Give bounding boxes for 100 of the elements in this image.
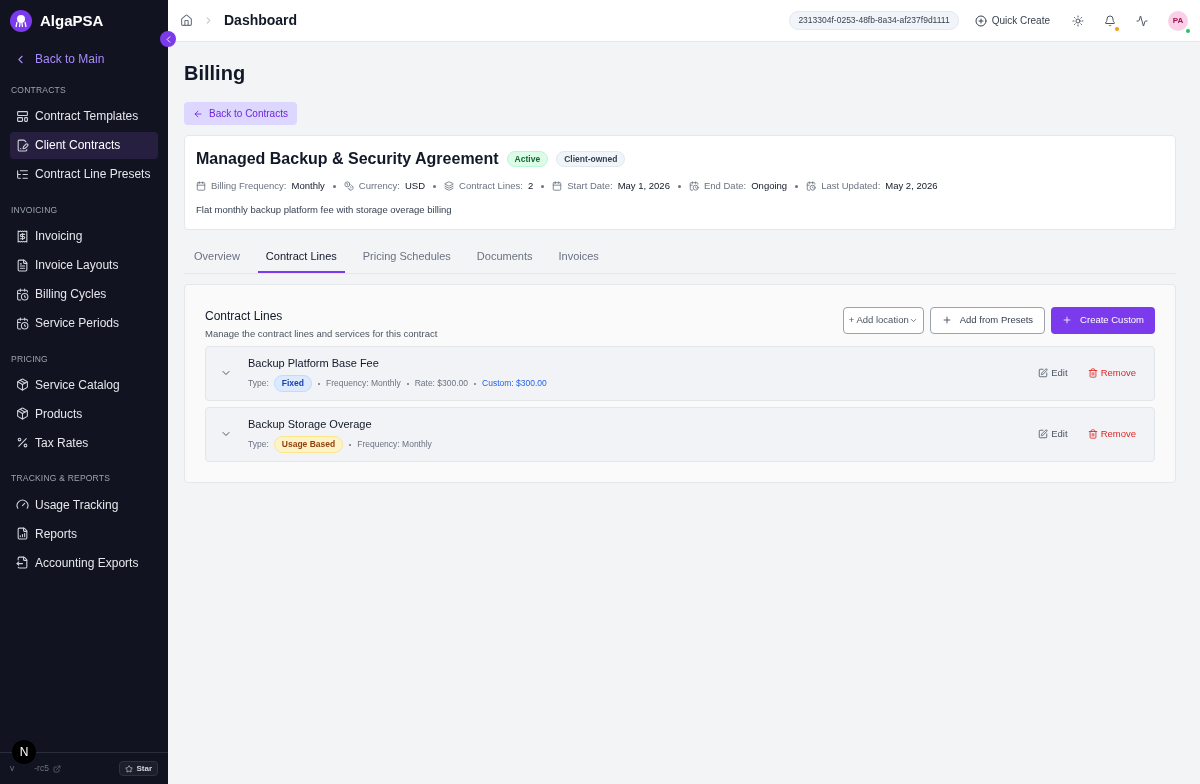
sidebar-item[interactable]: Tax Rates <box>10 429 158 457</box>
star-button[interactable]: Star <box>119 761 158 776</box>
gauge-icon <box>16 498 29 511</box>
meta-value: May 2, 2026 <box>885 179 938 193</box>
line-detail: Frequency: Monthly <box>357 438 432 451</box>
section-heading: CONTRACTS <box>10 84 67 97</box>
meta-label: Currency: <box>358 179 400 193</box>
calendar-icon <box>196 181 206 192</box>
custom-rate: Custom: $300.00 <box>482 377 547 390</box>
section-heading: TRACKING & REPORTS <box>10 472 112 485</box>
remove-button[interactable]: Remove <box>1087 366 1136 381</box>
receipt-icon <box>16 229 29 243</box>
plus-icon <box>941 315 952 325</box>
sidebar-item[interactable]: Reports <box>10 520 158 547</box>
meta-label: Billing Frequency: <box>211 179 287 193</box>
version-text: v <box>10 762 15 775</box>
contract-description: Flat monthly backup platform fee with storage overage billing <box>196 203 453 218</box>
sidebar-item[interactable]: Contract Line Presets <box>10 160 158 188</box>
add-from-presets-button[interactable]: Add from Presets <box>929 306 1046 334</box>
calendar-clock-icon <box>16 316 29 330</box>
line-detail: Frequency: Monthly <box>326 377 401 390</box>
meta-label: End Date: <box>703 179 747 193</box>
tenant-id-badge: 2313304f-0253-48fb-8a34-af237f9d1111 <box>789 11 959 30</box>
notification-icon[interactable] <box>1104 14 1116 27</box>
meta-value: Monthly <box>291 179 325 193</box>
calendar-clock-icon <box>16 287 29 301</box>
theme-icon[interactable] <box>1072 14 1084 27</box>
document-icon <box>16 258 29 272</box>
meta-value: USD <box>404 179 426 193</box>
export-icon <box>16 556 29 569</box>
sidebar-item[interactable]: Billing Cycles <box>10 280 158 308</box>
type-badge: Usage Based <box>273 436 344 453</box>
type-label: Type: <box>248 377 269 390</box>
sidebar-item[interactable]: Client Contracts <box>10 131 158 159</box>
line-name: Backup Platform Base Fee <box>248 355 380 371</box>
edit-button[interactable]: Edit <box>1038 366 1068 381</box>
calendar-icon <box>552 181 563 192</box>
percent-icon <box>16 436 29 450</box>
back-to-contracts-button[interactable]: Back to Contracts <box>184 102 297 125</box>
create-custom-button[interactable]: Create Custom <box>1051 306 1155 334</box>
panel-subtitle: Manage the contract lines and services for this contract <box>205 326 438 341</box>
remove-button[interactable]: Remove <box>1087 427 1136 442</box>
report-icon <box>16 527 29 540</box>
trash-icon <box>1087 368 1098 379</box>
badge: Active <box>506 150 549 168</box>
tab[interactable]: Contract Lines <box>257 241 345 273</box>
sidebar-item[interactable]: Contract Templates <box>10 102 158 130</box>
add-location-dropdown[interactable]: + Add location <box>842 306 924 334</box>
panel-title: Contract Lines <box>205 307 284 325</box>
package-icon <box>16 407 29 421</box>
edit-icon <box>1038 429 1049 440</box>
breadcrumb: Dashboard <box>224 11 298 30</box>
line-detail: Rate: $300.00 <box>414 377 469 390</box>
user-avatar[interactable]: PA <box>1168 10 1188 31</box>
sidebar-item[interactable]: Invoice Layouts <box>10 251 158 279</box>
tab[interactable]: Invoices <box>550 241 607 273</box>
edit-button[interactable]: Edit <box>1038 427 1068 442</box>
sidebar-item[interactable]: Invoicing <box>10 222 158 250</box>
arrow-left-icon <box>193 108 203 119</box>
contract-title: Managed Backup & Security Agreement <box>196 149 499 169</box>
trash-icon <box>1087 429 1098 440</box>
brand-name: AlgaPSA <box>40 10 104 31</box>
document-pen-icon <box>16 138 29 152</box>
sidebar-item[interactable]: Accounting Exports <box>10 549 158 576</box>
coins-icon <box>343 181 354 192</box>
collapse-button[interactable] <box>160 31 176 47</box>
edit-icon <box>1038 368 1049 379</box>
sidebar-item[interactable]: Service Catalog <box>10 371 158 399</box>
tab[interactable]: Overview <box>186 241 248 273</box>
badge: Client-owned <box>556 150 626 168</box>
meta-label: Start Date: <box>567 179 613 193</box>
layers-icon <box>444 181 455 192</box>
package-icon <box>16 378 29 392</box>
section-heading: INVOICING <box>10 203 59 217</box>
home-icon[interactable] <box>180 14 193 27</box>
meta-value: 2 <box>527 179 534 193</box>
meta-value: May 1, 2026 <box>617 179 670 193</box>
back-to-main-link[interactable]: Back to Main <box>0 50 168 68</box>
tab[interactable]: Pricing Schedules <box>354 241 459 273</box>
plus-circle-icon <box>974 14 987 27</box>
star-icon <box>125 764 134 773</box>
calendar-clock-icon <box>688 181 699 192</box>
meta-label: Contract Lines: <box>459 179 523 193</box>
activity-icon[interactable] <box>1136 14 1148 27</box>
meta-value: Ongoing <box>751 179 788 193</box>
calendar-clock-icon <box>806 181 817 192</box>
template-icon <box>16 109 29 123</box>
quick-create-button[interactable]: Quick Create <box>974 13 1050 28</box>
sidebar-item[interactable]: Usage Tracking <box>10 491 158 518</box>
type-badge: Fixed <box>273 375 312 392</box>
tab[interactable]: Documents <box>468 241 541 273</box>
dev-badge[interactable]: N <box>12 740 36 764</box>
section-heading: PRICING <box>10 352 49 366</box>
meta-label: Last Updated: <box>821 179 881 193</box>
sidebar-item[interactable]: Products <box>10 400 158 428</box>
sidebar-item[interactable]: Service Periods <box>10 309 158 337</box>
type-label: Type: <box>248 438 269 451</box>
logo-icon <box>10 10 32 32</box>
list-icon <box>16 167 29 181</box>
line-name: Backup Storage Overage <box>248 416 373 432</box>
